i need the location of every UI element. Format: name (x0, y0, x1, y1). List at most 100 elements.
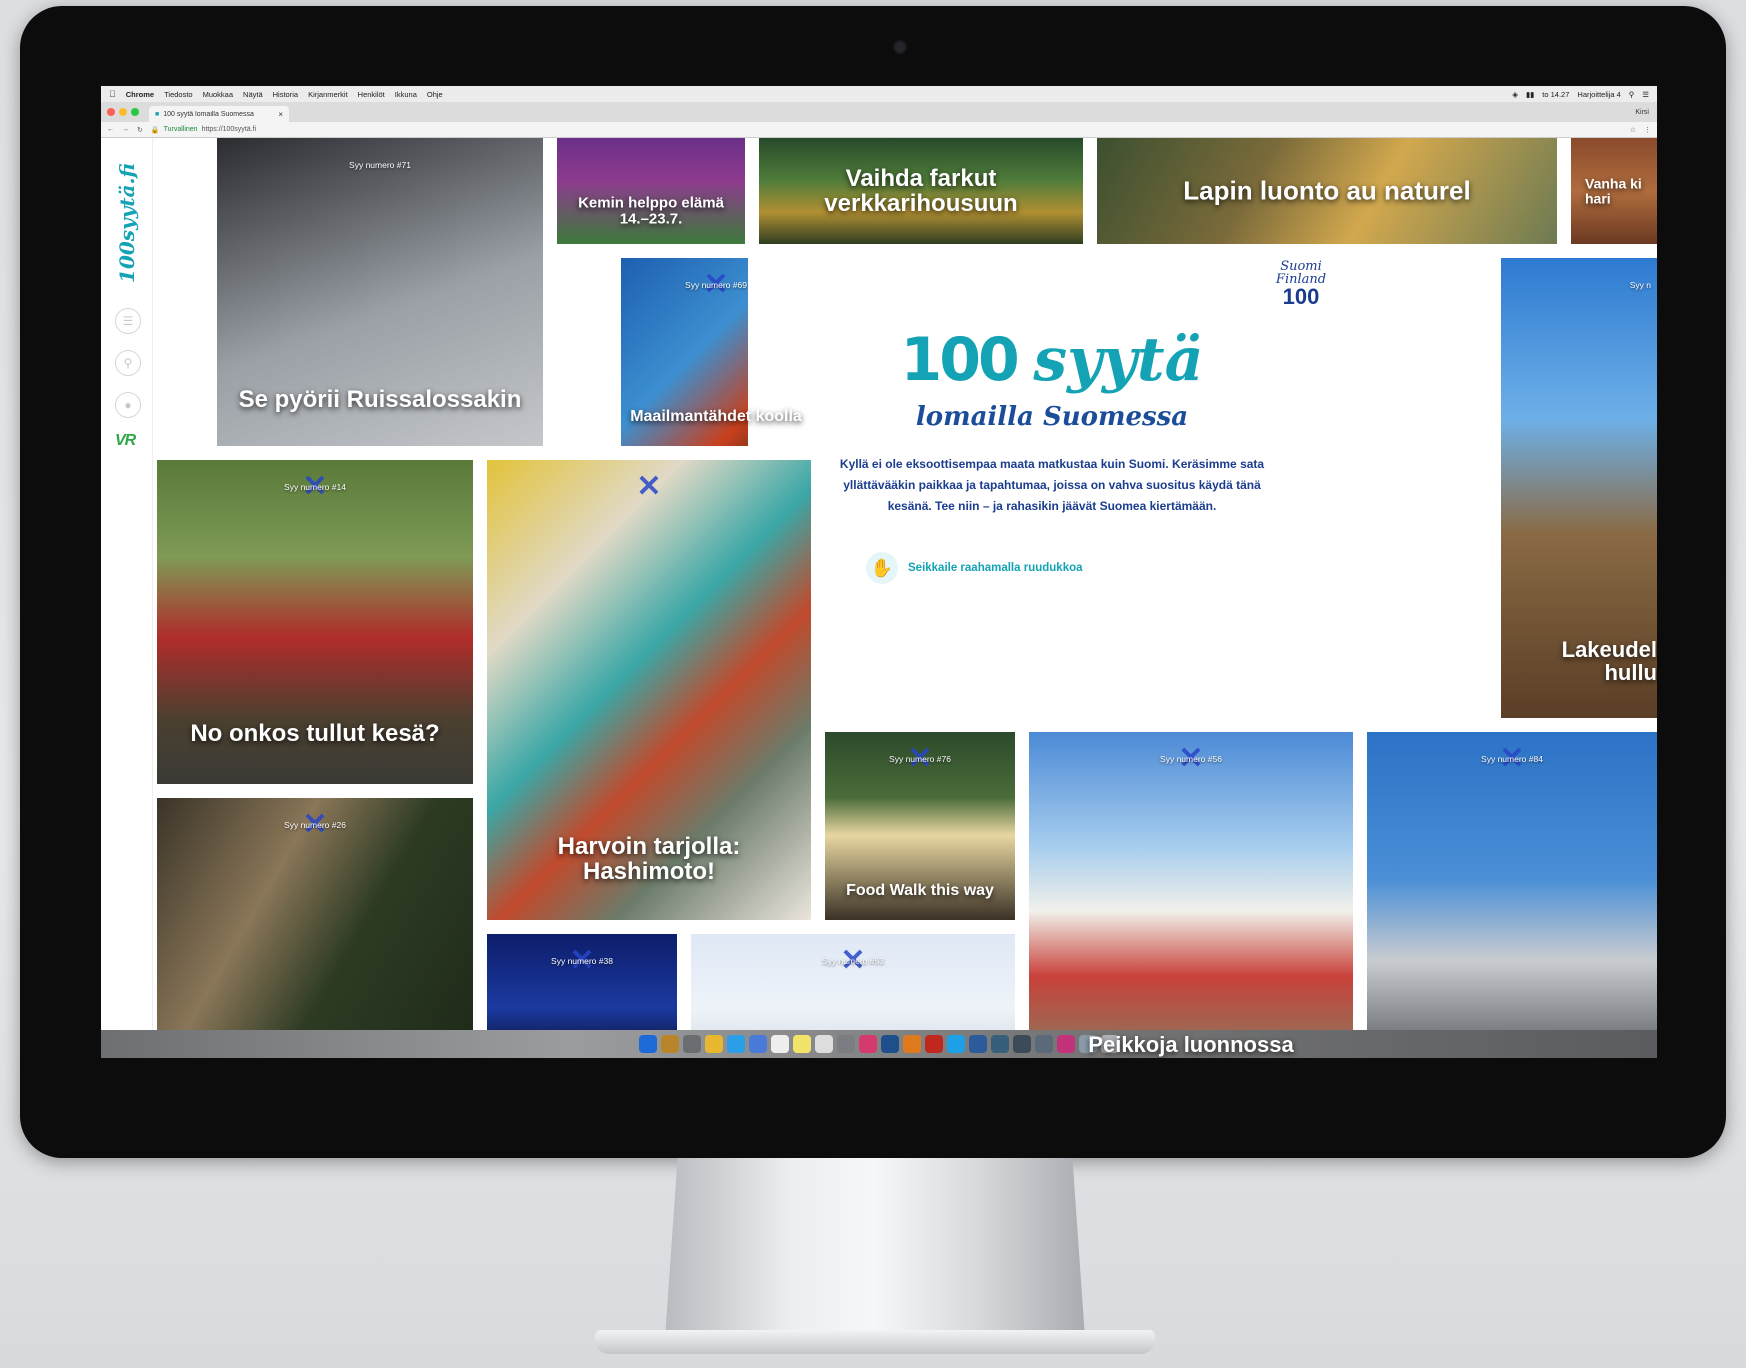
hand-icon: ✋ (866, 552, 898, 584)
tile-hashimoto[interactable]: ✕ Harvoin tarjolla: Hashimoto! (487, 460, 811, 920)
tile-badge: Syy numero #71 (349, 160, 411, 170)
map-pin-icon[interactable]: ● (115, 392, 141, 418)
menu-item-history[interactable]: Historia (273, 90, 298, 99)
minimize-window-button[interactable] (119, 108, 127, 116)
menu-dots-icon[interactable]: ⋮ (1644, 126, 1651, 134)
menu-item-edit[interactable]: Muokkaa (203, 90, 233, 99)
menu-item-people[interactable]: Henkilöt (358, 90, 385, 99)
profile-button[interactable]: Kirsi (1635, 109, 1657, 116)
settings-icon[interactable] (837, 1035, 855, 1053)
tab-title: 100 syytä lomailla Suomessa (163, 110, 254, 118)
back-icon[interactable]: ← (107, 126, 114, 133)
bookmark-star-icon[interactable]: ☆ (1630, 126, 1636, 134)
menu-item-help[interactable]: Ohje (427, 90, 443, 99)
zoom-window-button[interactable] (131, 108, 139, 116)
reload-icon[interactable]: ↻ (137, 126, 143, 134)
tile-lakeudet[interactable]: Syy n Lakeudel hullu (1501, 258, 1657, 718)
tile-caption: Harvoin tarjolla: Hashimoto! (557, 832, 741, 885)
tile-kemi[interactable]: Kemin helppo elämä 14.–23.7. (557, 138, 745, 244)
safari-icon[interactable] (727, 1035, 745, 1053)
browser-tabstrip: ■ 100 syytä lomailla Suomessa × Kirsi (101, 102, 1657, 122)
finland-number: 100 (1282, 284, 1320, 309)
intro-text: Kyllä ei ole eksoottisempaa maata matkus… (839, 457, 1265, 513)
textedit-icon[interactable] (815, 1035, 833, 1053)
menu-item-bookmarks[interactable]: Kirjanmerkit (308, 90, 348, 99)
menubar-user[interactable]: Harjoittelija 4 (1577, 90, 1620, 99)
title-number: 100 (900, 325, 1019, 395)
site-logo[interactable]: 100syytä.fi (107, 158, 147, 288)
mail-icon[interactable] (749, 1035, 767, 1053)
tile-muumi[interactable]: ✕ Syy numero #56 Peikkoja luonnossa (1029, 732, 1353, 1058)
monitor-stand-base (595, 1330, 1155, 1354)
tile-caption: Food Walk this way (846, 882, 994, 900)
url-text[interactable]: https://100syytä.fi (202, 126, 256, 133)
tile-farkut[interactable]: Vaihda farkut verkkarihousuun (759, 138, 1083, 244)
tile-caption: Kemin helppo elämä 14.–23.7. (578, 194, 724, 227)
finland-script: Suomi Finland (1275, 259, 1327, 287)
drag-cta[interactable]: ✋ Seikkaile raahamalla ruudukkoa (866, 552, 1083, 584)
page-subtitle: lomailla Suomessa (915, 402, 1189, 432)
tile-santa[interactable]: ✕ Syy numero #14 No onkos tullut kesä? (157, 460, 473, 784)
vr-logo[interactable]: VR (115, 432, 136, 450)
tile-cycling[interactable]: Syy numero #71 Se pyörii Ruissalossakin (217, 138, 543, 446)
camera-dot (893, 40, 907, 54)
forward-icon[interactable]: → (122, 126, 129, 133)
illustrator-icon[interactable] (903, 1035, 921, 1053)
tile-x-icon: ✕ (636, 470, 662, 503)
finder-icon[interactable] (639, 1035, 657, 1053)
calendar-icon[interactable] (771, 1035, 789, 1053)
apple-icon[interactable]:  (109, 89, 116, 99)
mac-menubar:  Chrome Tiedosto Muokkaa Näytä Historia… (101, 86, 1657, 102)
address-bar[interactable]: 🔒 Turvallinen https://100syytä.fi (151, 126, 1622, 134)
menu-item-window[interactable]: Ikkuna (395, 90, 417, 99)
photoshop-icon[interactable] (881, 1035, 899, 1053)
launchpad-icon[interactable] (683, 1035, 701, 1053)
menu-app-name[interactable]: Chrome (126, 90, 154, 99)
window-thumb-icon[interactable] (969, 1035, 987, 1053)
secure-label: Turvallinen (163, 126, 198, 133)
menu-item-view[interactable]: Näytä (243, 90, 263, 99)
chrome-icon[interactable] (705, 1035, 723, 1053)
tile-lynx[interactable]: ✕ Syy numero #26 (157, 798, 473, 1058)
acrobat-icon[interactable] (925, 1035, 943, 1053)
page-title: 100 syytä (748, 330, 1356, 390)
skype-icon[interactable] (947, 1035, 965, 1053)
tile-lappi[interactable]: Lapin luonto au naturel (1097, 138, 1557, 244)
window-thumb-icon[interactable] (991, 1035, 1009, 1053)
window-controls (107, 102, 139, 122)
wifi-icon[interactable]: ◈ (1512, 90, 1518, 99)
browser-tab[interactable]: ■ 100 syytä lomailla Suomessa × (149, 106, 289, 122)
window-thumb-icon[interactable] (1013, 1035, 1031, 1053)
close-window-button[interactable] (107, 108, 115, 116)
search-icon[interactable]: ⚲ (115, 350, 141, 376)
tile-caption: Maailmantähdet koolla (630, 408, 802, 426)
tile-badge: Syy numero #84 (1481, 754, 1543, 764)
browser-toolbar: ← → ↻ 🔒 Turvallinen https://100syytä.fi … (101, 122, 1657, 138)
tile-foodwalk[interactable]: ✕ Syy numero #76 Food Walk this way (825, 732, 1015, 920)
site-sidebar: 100syytä.fi ☰ ⚲ ● VR (101, 138, 153, 1058)
tile-husky[interactable]: ✕ Syy numero #84 (1367, 732, 1657, 1058)
bridge-icon[interactable] (661, 1035, 679, 1053)
tile-badge: Syy numero #14 (284, 482, 346, 492)
close-tab-icon[interactable]: × (278, 110, 283, 119)
window-thumb-icon[interactable] (1035, 1035, 1053, 1053)
tile-vanha[interactable]: Vanha ki hari (1571, 138, 1657, 244)
tile-badge: Syy numero #69 (685, 280, 747, 290)
spotlight-icon[interactable]: ⚲ (1629, 90, 1635, 99)
battery-icon[interactable]: ▮▮ (1526, 90, 1534, 99)
monitor-stand (665, 1158, 1085, 1338)
tile-caption: Se pyörii Ruissalossakin (238, 385, 522, 413)
window-thumb-icon[interactable] (1057, 1035, 1075, 1053)
menu-item-file[interactable]: Tiedosto (164, 90, 193, 99)
tile-caption: Lakeudel hullu (1561, 636, 1657, 685)
indesign-icon[interactable] (859, 1035, 877, 1053)
notification-center-icon[interactable]: ☰ (1642, 90, 1649, 99)
menubar-clock[interactable]: to 14.27 (1542, 90, 1569, 99)
favicon-icon: ■ (155, 110, 160, 118)
tile-badge: Syy numero #56 (1160, 754, 1222, 764)
list-icon[interactable]: ☰ (115, 308, 141, 334)
notes-icon[interactable] (793, 1035, 811, 1053)
tile-badge: Syy numero #76 (889, 754, 951, 764)
tile-badge: Syy numero #53 (822, 956, 884, 966)
intro-panel: Suomi Finland 100 100 syytä lomailla Suo… (748, 244, 1356, 664)
